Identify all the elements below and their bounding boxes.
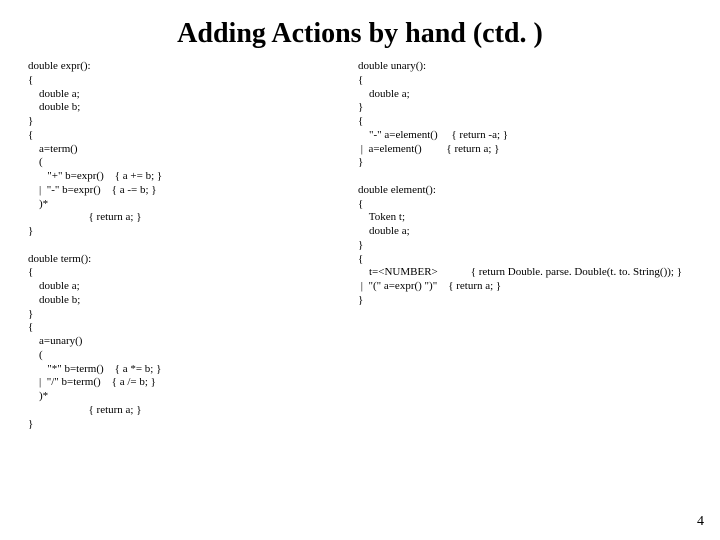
code-left-column: double expr(): { double a; double b; } {…	[28, 60, 358, 431]
code-right-column: double unary(): { double a; } { "-" a=el…	[358, 60, 692, 308]
page-number: 4	[697, 514, 704, 530]
content-columns: double expr(): { double a; double b; } {…	[0, 60, 720, 431]
slide-title: Adding Actions by hand (ctd. )	[0, 0, 720, 60]
slide: Adding Actions by hand (ctd. ) double ex…	[0, 0, 720, 540]
